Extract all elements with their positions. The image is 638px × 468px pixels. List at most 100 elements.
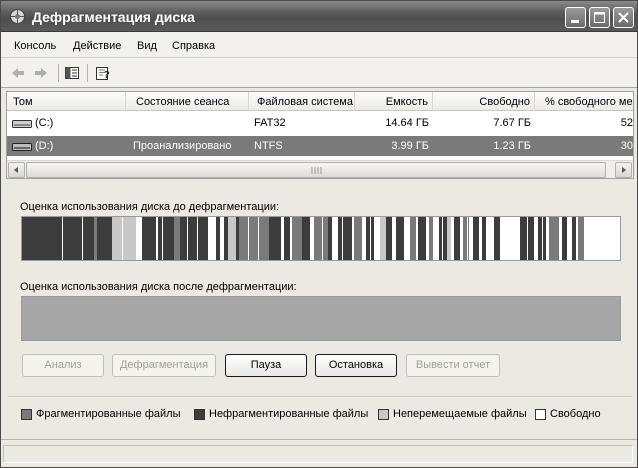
column-header-status[interactable]: Состояние сеанса bbox=[126, 92, 249, 111]
disk-cluster-block bbox=[314, 217, 328, 260]
volume-name: (D:) bbox=[35, 140, 54, 152]
disk-cluster-block bbox=[546, 217, 549, 260]
column-header-volume[interactable]: Том bbox=[7, 92, 126, 111]
disk-cluster-block bbox=[281, 217, 284, 260]
help-icon[interactable]: ? bbox=[95, 65, 111, 81]
disk-cluster-block bbox=[352, 217, 354, 260]
menu-action[interactable]: Действие bbox=[73, 40, 121, 52]
volume-percent-free: 30 bbox=[620, 140, 633, 152]
disk-cluster-block bbox=[310, 217, 314, 260]
horizontal-scrollbar[interactable] bbox=[7, 160, 633, 178]
stop-button[interactable]: Остановка bbox=[315, 354, 397, 377]
status-pane bbox=[3, 445, 633, 463]
disk-cluster-block bbox=[418, 217, 426, 260]
disk-cluster-block bbox=[416, 217, 418, 260]
disk-cluster-block bbox=[94, 217, 97, 260]
scroll-right-arrow-icon bbox=[622, 167, 626, 173]
volume-percent-free: 52 bbox=[620, 117, 633, 129]
disk-cluster-block bbox=[158, 217, 174, 260]
disk-cluster-block bbox=[482, 217, 486, 260]
after-defrag-display bbox=[21, 296, 621, 341]
column-header-percent-free[interactable]: % свободного места bbox=[535, 92, 633, 111]
disk-cluster-block bbox=[180, 217, 208, 260]
volume-row-c[interactable]: (C:) FAT32 14.64 ГБ 7.67 ГБ 52 bbox=[7, 113, 633, 133]
close-button[interactable] bbox=[613, 7, 634, 28]
disk-cluster-block bbox=[578, 217, 584, 260]
forward-arrow-icon[interactable] bbox=[33, 65, 49, 81]
disk-cluster-gap bbox=[197, 217, 198, 260]
disk-cluster-block bbox=[433, 217, 439, 260]
hard-drive-icon bbox=[12, 120, 32, 128]
disk-cluster-gap bbox=[342, 217, 343, 260]
disk-cluster-block bbox=[136, 217, 142, 260]
before-defrag-display bbox=[21, 216, 621, 261]
disk-cluster-block bbox=[97, 217, 112, 260]
maximize-button[interactable] bbox=[589, 7, 610, 28]
disk-cluster-block bbox=[473, 217, 479, 260]
volume-row-d[interactable]: (D:) Проанализировано NTFS 3.99 ГБ 1.23 … bbox=[7, 136, 633, 156]
disk-cluster-block bbox=[568, 217, 572, 260]
disk-cluster-block bbox=[534, 217, 538, 260]
menu-console[interactable]: Консоль bbox=[14, 40, 56, 52]
disk-cluster-block bbox=[426, 217, 429, 260]
legend-swatch-unmovable bbox=[378, 409, 389, 420]
column-header-capacity[interactable]: Емкость bbox=[355, 92, 433, 111]
disk-cluster-block bbox=[451, 217, 454, 260]
column-header-free[interactable]: Свободно bbox=[433, 92, 535, 111]
scroll-right-button[interactable] bbox=[615, 162, 632, 178]
show-hide-tree-icon[interactable] bbox=[64, 65, 80, 81]
title-bar[interactable]: Дефрагментация диска bbox=[1, 1, 637, 32]
toolbar-separator bbox=[58, 64, 59, 82]
volume-list[interactable]: Том Состояние сеанса Файловая система Ем… bbox=[6, 91, 634, 179]
view-report-button[interactable]: Вывести отчет bbox=[406, 354, 500, 377]
disk-cluster-block bbox=[374, 217, 380, 260]
disk-cluster-block bbox=[328, 217, 332, 260]
volume-free: 7.67 ГБ bbox=[493, 117, 531, 129]
disk-cluster-block bbox=[142, 217, 156, 260]
defrag-app-icon bbox=[10, 9, 25, 24]
disk-cluster-gap bbox=[162, 217, 163, 260]
disk-cluster-block bbox=[410, 217, 416, 260]
analyze-button[interactable]: Анализ bbox=[22, 354, 104, 377]
disk-cluster-block bbox=[494, 217, 500, 260]
disk-cluster-block bbox=[380, 217, 386, 260]
disk-cluster-gap bbox=[187, 217, 188, 260]
disk-cluster-block bbox=[454, 217, 460, 260]
hard-drive-icon bbox=[12, 143, 32, 151]
disk-cluster-block bbox=[174, 217, 180, 260]
legend-swatch-contiguous bbox=[194, 409, 205, 420]
disk-cluster-gap bbox=[248, 217, 249, 260]
disk-cluster-block bbox=[572, 217, 576, 260]
pause-button[interactable]: Пауза bbox=[225, 354, 307, 377]
scroll-left-button[interactable] bbox=[8, 162, 25, 178]
menu-view[interactable]: Вид bbox=[137, 40, 157, 52]
toolbar: ? bbox=[1, 58, 637, 88]
disk-cluster-block bbox=[429, 217, 433, 260]
disk-cluster-block bbox=[22, 217, 44, 260]
close-icon bbox=[618, 12, 629, 23]
disk-cluster-block bbox=[44, 217, 94, 260]
disk-cluster-block bbox=[224, 217, 228, 260]
defragment-button[interactable]: Дефрагментация bbox=[112, 354, 216, 377]
scrollbar-thumb[interactable] bbox=[26, 162, 606, 178]
column-header-filesystem[interactable]: Файловая система bbox=[249, 92, 355, 111]
back-arrow-icon[interactable] bbox=[10, 65, 26, 81]
disk-cluster-block bbox=[479, 217, 482, 260]
disk-cluster-block bbox=[584, 217, 620, 260]
scroll-left-arrow-icon bbox=[14, 167, 18, 173]
disk-cluster-block bbox=[392, 217, 396, 260]
disk-cluster-block bbox=[486, 217, 494, 260]
disk-cluster-block bbox=[156, 217, 158, 260]
volume-list-header: Том Состояние сеанса Файловая система Ем… bbox=[7, 92, 633, 111]
menu-help[interactable]: Справка bbox=[172, 40, 215, 52]
disk-cluster-block bbox=[220, 217, 224, 260]
disk-cluster-block bbox=[284, 217, 290, 260]
volume-capacity: 14.64 ГБ bbox=[385, 117, 429, 129]
disk-cluster-block bbox=[354, 217, 362, 260]
disk-cluster-block bbox=[460, 217, 463, 260]
legend-label-unmovable: Неперемещаемые файлы bbox=[393, 408, 527, 420]
disk-cluster-gap bbox=[442, 217, 443, 260]
minimize-button[interactable] bbox=[565, 7, 586, 28]
disk-cluster-gap bbox=[567, 217, 568, 260]
disk-cluster-block bbox=[116, 217, 136, 260]
